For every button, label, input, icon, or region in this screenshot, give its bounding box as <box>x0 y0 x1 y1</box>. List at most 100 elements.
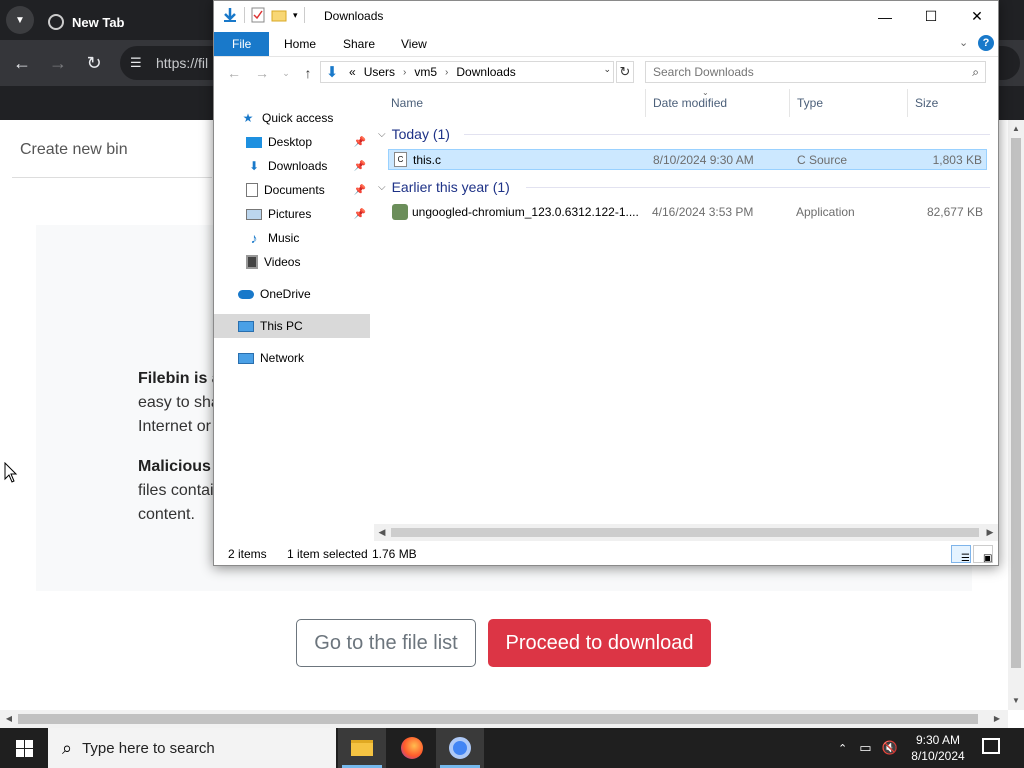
tab-search-button[interactable]: ▼ <box>6 6 34 34</box>
column-label: Type <box>797 96 824 110</box>
file-type: C Source <box>797 153 848 167</box>
column-name[interactable]: Name <box>384 89 646 117</box>
explorer-title-bar[interactable]: ▾ Downloads — ☐ ✕ <box>214 1 998 32</box>
large-icons-view-button[interactable]: ▣ <box>973 545 993 564</box>
url-text: https://fil <box>156 55 209 71</box>
firefox-icon <box>401 737 423 759</box>
reload-button[interactable]: ↻ <box>80 49 108 77</box>
breadcrumb-downloads[interactable]: Downloads <box>456 65 515 79</box>
scroll-thumb[interactable] <box>18 714 978 724</box>
group-header-today[interactable]: ⌵ Today (1) <box>378 122 450 146</box>
tab-home[interactable]: Home <box>272 32 328 56</box>
search-icon[interactable]: ⌕ <box>972 65 979 80</box>
close-button[interactable]: ✕ <box>954 1 998 32</box>
refresh-button[interactable]: ↻ <box>616 61 634 83</box>
maximize-button[interactable]: ☐ <box>908 1 954 32</box>
new-folder-icon[interactable] <box>271 8 287 22</box>
scroll-thumb[interactable] <box>391 528 979 537</box>
taskbar-file-explorer[interactable] <box>338 728 386 768</box>
nav-desktop[interactable]: Desktop 📌 <box>214 130 370 154</box>
nav-music[interactable]: ♪ Music <box>214 226 370 250</box>
column-headers: Name ⌄ Date modified Type Size <box>384 88 998 117</box>
windows-logo-icon <box>15 739 33 757</box>
tab-share[interactable]: Share <box>331 32 387 56</box>
chevron-right-icon[interactable]: › <box>403 67 406 78</box>
file-row[interactable]: C this.c 8/10/2024 9:30 AM C Source 1,80… <box>388 149 987 170</box>
group-label: Earlier this year (1) <box>391 179 510 195</box>
group-divider <box>526 187 990 188</box>
site-settings-icon[interactable]: ☰ <box>130 55 146 71</box>
details-view-button[interactable]: ☰ <box>951 545 971 564</box>
breadcrumb-users[interactable]: Users <box>364 65 395 79</box>
address-dropdown-icon[interactable]: ⌄ <box>603 64 611 75</box>
column-type[interactable]: Type <box>790 89 908 117</box>
arrow-right-icon: → <box>49 52 67 73</box>
nav-this-pc[interactable]: This PC <box>214 314 370 338</box>
page-horizontal-scrollbar[interactable]: ◀ ▶ <box>0 710 1008 728</box>
tab-view[interactable]: View <box>389 32 439 56</box>
scroll-up-icon[interactable]: ▲ <box>1008 122 1024 136</box>
chevron-right-icon[interactable]: › <box>445 67 448 78</box>
page-vertical-scrollbar[interactable]: ▲ ▼ <box>1008 120 1024 710</box>
file-list-horizontal-scrollbar[interactable]: ◀ ▶ <box>374 524 998 541</box>
pin-icon[interactable]: 📌 <box>354 185 366 196</box>
nav-onedrive[interactable]: OneDrive <box>214 282 370 306</box>
start-button[interactable] <box>0 728 48 768</box>
network-icon[interactable]: ▭ <box>859 740 871 756</box>
nav-downloads[interactable]: ⬇ Downloads 📌 <box>214 154 370 178</box>
breadcrumb-overflow[interactable]: « <box>349 65 356 79</box>
column-size[interactable]: Size <box>908 89 988 117</box>
download-arrow-icon[interactable] <box>222 7 238 23</box>
browser-tab[interactable]: New Tab <box>40 4 220 40</box>
address-bar[interactable]: ⬇ « Users › vm5 › Downloads ⌄ <box>320 61 614 83</box>
recent-locations-button[interactable]: ⌄ <box>276 63 296 83</box>
scroll-left-icon[interactable]: ◀ <box>375 524 389 541</box>
forward-button[interactable]: → <box>44 49 72 77</box>
download-arrow-icon: ⬇ <box>325 64 339 81</box>
back-button[interactable]: ← <box>224 63 244 83</box>
paragraph-2-line-3: content. <box>138 506 195 523</box>
file-row[interactable]: ungoogled-chromium_123.0.6312.122-1.... … <box>388 202 987 223</box>
quick-access-toolbar: ▾ <box>222 7 305 23</box>
create-new-bin-link[interactable]: Create new bin <box>20 141 128 159</box>
pin-icon[interactable]: 📌 <box>354 137 366 148</box>
minimize-button[interactable]: — <box>862 1 908 32</box>
scroll-down-icon[interactable]: ▼ <box>1008 694 1024 708</box>
show-hidden-icons-icon[interactable]: ⌃ <box>838 742 847 755</box>
pin-icon[interactable]: 📌 <box>354 209 366 220</box>
nav-quick-access[interactable]: ★ Quick access <box>214 106 370 130</box>
back-button[interactable]: ← <box>8 49 36 77</box>
help-icon[interactable]: ? <box>978 35 994 51</box>
up-button[interactable]: ↑ <box>298 63 318 83</box>
tab-file[interactable]: File <box>214 32 270 56</box>
file-type: Application <box>796 205 855 219</box>
breadcrumb-vm5[interactable]: vm5 <box>414 65 437 79</box>
forward-button[interactable]: → <box>252 63 272 83</box>
nav-videos[interactable]: Videos <box>214 250 370 274</box>
taskbar-firefox[interactable] <box>388 728 436 768</box>
nav-network[interactable]: Network <box>214 346 370 370</box>
nav-documents[interactable]: Documents 📌 <box>214 178 370 202</box>
scroll-left-icon[interactable]: ◀ <box>2 710 16 728</box>
go-to-file-list-button[interactable]: Go to the file list <box>296 619 476 667</box>
proceed-to-download-button[interactable]: Proceed to download <box>488 619 711 667</box>
taskbar-chromium[interactable] <box>436 728 484 768</box>
pin-icon[interactable]: 📌 <box>354 161 366 172</box>
notification-center-icon[interactable] <box>982 738 1000 754</box>
clock[interactable]: 9:30 AM 8/10/2024 <box>906 732 970 764</box>
column-date-modified[interactable]: ⌄ Date modified <box>646 88 790 117</box>
separator <box>244 7 245 23</box>
scroll-right-icon[interactable]: ▶ <box>990 710 1004 728</box>
scroll-right-icon[interactable]: ▶ <box>983 524 997 541</box>
search-box[interactable]: ⌕ <box>645 61 986 83</box>
scroll-thumb[interactable] <box>1011 138 1021 668</box>
customize-toolbar-icon[interactable]: ▾ <box>293 10 298 21</box>
taskbar-search-box[interactable]: ⌕ Type here to search <box>48 728 336 768</box>
group-header-earlier-this-year[interactable]: ⌵ Earlier this year (1) <box>378 175 510 199</box>
nav-pictures[interactable]: Pictures 📌 <box>214 202 370 226</box>
item-count: 2 items <box>228 547 267 561</box>
search-input[interactable] <box>646 62 946 82</box>
properties-icon[interactable] <box>251 7 265 23</box>
expand-ribbon-icon[interactable]: ⌄ <box>959 36 968 49</box>
volume-muted-icon[interactable]: 🔇 <box>882 740 898 756</box>
